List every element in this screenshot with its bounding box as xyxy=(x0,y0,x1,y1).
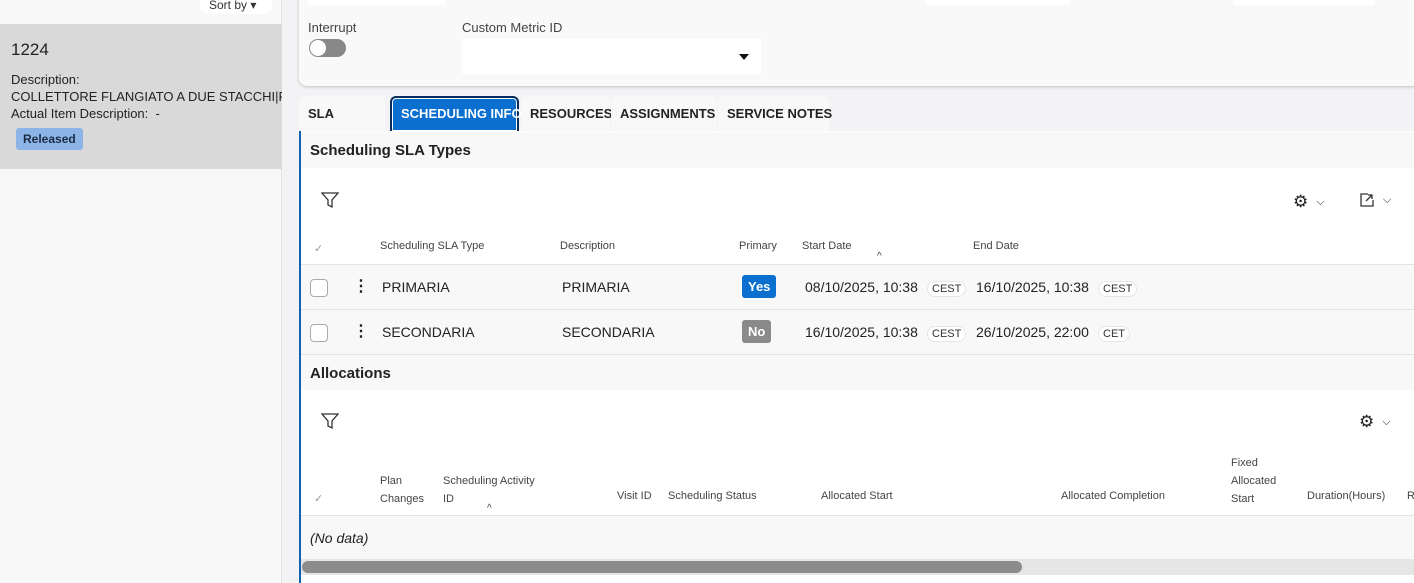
caret-down-icon: ▾ xyxy=(250,0,257,12)
timezone-badge: CEST xyxy=(927,326,967,342)
row-checkbox[interactable] xyxy=(310,279,328,297)
interrupt-toggle[interactable] xyxy=(309,39,346,57)
sort-asc-icon: ^ xyxy=(877,251,882,262)
chevron-down-icon: ⌵ xyxy=(1382,415,1391,428)
top-field[interactable] xyxy=(925,0,1070,5)
timezone-badge: CEST xyxy=(1098,281,1138,297)
gear-icon: ⚙ xyxy=(1293,192,1309,211)
sla-description: PRIMARIA xyxy=(562,279,630,295)
more-vertical-icon[interactable]: ⋮ xyxy=(353,276,369,296)
section-title: Scheduling SLA Types xyxy=(301,132,1414,168)
primary-badge: Yes xyxy=(742,275,777,298)
tab-service-notes[interactable]: SERVICE NOTES xyxy=(718,96,832,131)
column-header[interactable]: Primary xyxy=(739,240,777,252)
sla-description: SECONDARIA xyxy=(562,324,655,340)
column-header[interactable]: R xyxy=(1407,490,1414,502)
column-header[interactable]: Visit ID xyxy=(617,490,652,502)
table-row[interactable]: ⋮ SECONDARIA SECONDARIA No 16/10/2025, 1… xyxy=(301,309,1414,354)
end-date: 16/10/2025, 10:38 xyxy=(976,279,1089,295)
column-header[interactable]: Fixed Allocated Start xyxy=(1231,454,1276,508)
settings-button[interactable]: ⚙ ⌵ xyxy=(1293,192,1325,212)
gear-icon: ⚙ xyxy=(1359,412,1375,431)
left-panel: Sort by ▾ 1224 Description: COLLETTORE F… xyxy=(0,0,282,583)
header-line: ID xyxy=(443,493,454,505)
caret-down-icon xyxy=(739,54,749,60)
sla-type: SECONDARIA xyxy=(382,324,475,340)
header-line: Plan xyxy=(380,475,403,487)
sla-type: PRIMARIA xyxy=(382,279,450,295)
column-header[interactable]: Scheduling Status xyxy=(668,490,757,502)
card-number: 1224 xyxy=(11,40,49,59)
header-line: Start xyxy=(1231,493,1255,505)
start-date: 08/10/2025, 10:38 xyxy=(805,279,918,295)
custom-metric-select[interactable] xyxy=(462,39,761,74)
column-header[interactable]: Start Date xyxy=(802,240,852,252)
tab-resources[interactable]: RESOURCES xyxy=(521,96,612,131)
column-header[interactable]: Plan Changes xyxy=(380,472,424,508)
filter-icon[interactable] xyxy=(321,191,339,209)
actual-item-value: - xyxy=(155,106,160,121)
scrollbar-thumb[interactable] xyxy=(302,561,1022,573)
end-date: 26/10/2025, 22:00 xyxy=(976,324,1089,340)
sort-by-button[interactable]: Sort by ▾ xyxy=(200,0,272,14)
start-date: 16/10/2025, 10:38 xyxy=(805,324,918,340)
export-button[interactable]: ⌵ xyxy=(1359,192,1391,208)
row-checkbox[interactable] xyxy=(310,324,328,342)
column-header[interactable]: Allocated Completion xyxy=(1061,490,1165,502)
section-title: Allocations xyxy=(301,354,1414,390)
header-line: Fixed xyxy=(1231,457,1258,469)
horizontal-scrollbar[interactable] xyxy=(301,559,1414,575)
tab-scheduling-info[interactable]: SCHEDULING INFO xyxy=(390,96,522,131)
tab-assignments[interactable]: ASSIGNMENTS xyxy=(611,96,717,131)
tab-sla[interactable]: SLA xyxy=(299,96,385,131)
empty-row: (No data) xyxy=(301,515,1414,559)
timezone-badge: CET xyxy=(1098,326,1130,342)
column-header[interactable]: Description xyxy=(560,240,615,252)
description-label: Description: xyxy=(11,72,80,87)
header-line: Changes xyxy=(380,493,425,505)
settings-button[interactable]: ⚙ ⌵ xyxy=(1359,412,1391,432)
actual-item-label: Actual Item Description: xyxy=(11,106,149,121)
header-line: Allocated xyxy=(1231,475,1277,487)
filter-icon[interactable] xyxy=(321,412,339,430)
sort-by-label: Sort by xyxy=(209,0,248,12)
chevron-down-icon: ⌵ xyxy=(1383,193,1392,206)
custom-metric-label: Custom Metric ID xyxy=(462,20,563,35)
primary-badge: No xyxy=(742,320,772,343)
column-header[interactable]: Scheduling SLA Type xyxy=(380,240,484,252)
select-all-checkmark[interactable]: ✓ xyxy=(314,492,323,505)
chevron-down-icon: ⌵ xyxy=(1316,195,1325,208)
select-all-checkmark[interactable]: ✓ xyxy=(314,242,323,255)
table-row[interactable]: ⋮ PRIMARIA PRIMARIA Yes 08/10/2025, 10:3… xyxy=(301,264,1414,309)
header-line: Scheduling Activity xyxy=(443,475,535,487)
top-field[interactable] xyxy=(308,0,445,5)
status-badge: Released xyxy=(16,128,83,150)
work-task-card[interactable]: 1224 Description: COLLETTORE FLANGIATO A… xyxy=(0,24,282,169)
top-field[interactable] xyxy=(1233,0,1375,5)
description-value: COLLETTORE FLANGIATO A DUE STACCHI|PEAD xyxy=(11,89,282,104)
column-header[interactable]: Allocated Start xyxy=(821,490,893,502)
column-header[interactable]: End Date xyxy=(973,240,1019,252)
sort-asc-icon: ^ xyxy=(487,503,492,514)
interrupt-label: Interrupt xyxy=(308,20,357,35)
more-vertical-icon[interactable]: ⋮ xyxy=(353,321,369,341)
export-icon xyxy=(1359,192,1375,208)
no-data-text: (No data) xyxy=(310,530,369,546)
scheduling-info-panel: Scheduling SLA Types ⚙ ⌵ ⌵ ✓ Scheduling S… xyxy=(299,131,1414,583)
timezone-badge: CEST xyxy=(927,281,967,297)
column-header[interactable]: Duration(Hours) xyxy=(1307,490,1385,502)
